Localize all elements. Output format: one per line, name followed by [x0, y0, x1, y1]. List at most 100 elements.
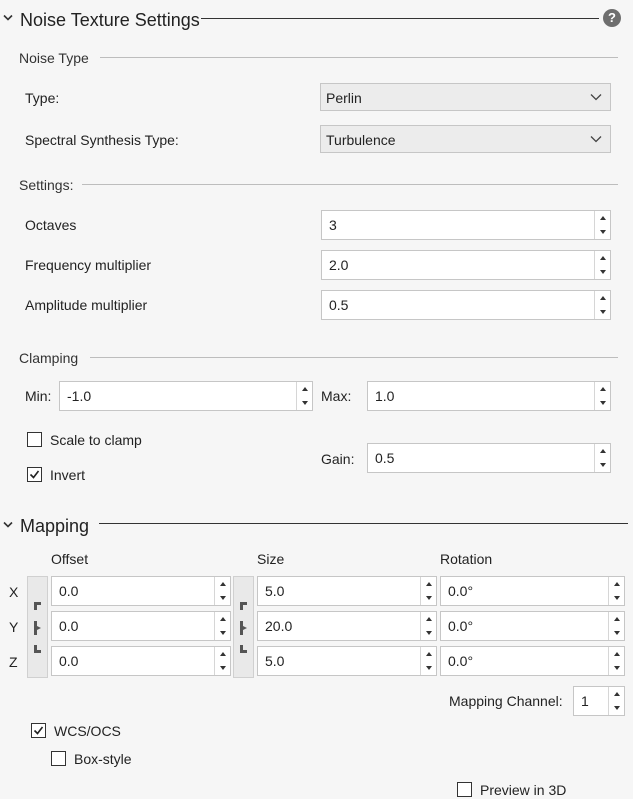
- spectral-synthesis-dropdown[interactable]: Turbulence: [320, 125, 611, 153]
- spin-down-button[interactable]: [215, 661, 230, 675]
- header-divider: [201, 18, 599, 19]
- section-title-mapping: Mapping: [20, 516, 90, 536]
- spin-down-button[interactable]: [215, 591, 230, 605]
- spin-down-button[interactable]: [421, 626, 436, 640]
- wcs-ocs-checkbox[interactable]: [31, 723, 46, 738]
- rotation-column-label: Rotation: [440, 551, 493, 567]
- chevron-down-icon: [590, 136, 602, 143]
- link-bracket-icon: [240, 602, 247, 653]
- spin-up-button[interactable]: [595, 251, 610, 265]
- rotation-y-input[interactable]: 0.0°: [440, 611, 625, 641]
- type-dropdown[interactable]: Perlin: [320, 83, 611, 111]
- amplitude-multiplier-value: 0.5: [329, 297, 349, 313]
- frequency-multiplier-input[interactable]: 2.0: [321, 250, 611, 280]
- size-y-input[interactable]: 20.0: [257, 611, 437, 641]
- size-z-input[interactable]: 5.0: [257, 646, 437, 676]
- min-label: Min:: [25, 388, 52, 404]
- spin-down-button[interactable]: [595, 305, 610, 319]
- type-dropdown-value: Perlin: [326, 90, 362, 106]
- offset-lock-bracket[interactable]: [27, 576, 48, 678]
- offset-z-input[interactable]: 0.0: [51, 646, 231, 676]
- spin-down-button[interactable]: [595, 225, 610, 239]
- max-value: 1.0: [375, 388, 395, 404]
- box-style-label: Box-style: [74, 751, 132, 767]
- spin-down-button[interactable]: [609, 701, 624, 715]
- octaves-label: Octaves: [25, 217, 77, 233]
- spin-up-button[interactable]: [595, 291, 610, 305]
- axis-label-y: Y: [9, 619, 19, 635]
- min-input[interactable]: -1.0: [59, 381, 313, 411]
- mapping-channel-input[interactable]: 1: [573, 686, 625, 716]
- spin-up-button[interactable]: [421, 647, 436, 661]
- spin-down-button[interactable]: [595, 396, 610, 410]
- spin-up-button[interactable]: [421, 612, 436, 626]
- rotation-x-value: 0.0°: [448, 583, 474, 599]
- size-z-value: 5.0: [265, 653, 285, 669]
- spin-up-button[interactable]: [609, 647, 624, 661]
- spin-down-button[interactable]: [609, 591, 624, 605]
- spin-down-button[interactable]: [609, 661, 624, 675]
- spin-down-button[interactable]: [595, 265, 610, 279]
- group-title-settings: Settings:: [19, 177, 74, 193]
- spin-down-button[interactable]: [421, 591, 436, 605]
- group-divider: [82, 184, 618, 185]
- offset-x-input[interactable]: 0.0: [51, 576, 231, 606]
- axis-label-x: X: [9, 584, 19, 600]
- size-x-value: 5.0: [265, 583, 285, 599]
- box-style-checkbox[interactable]: [51, 751, 66, 766]
- amplitude-multiplier-label: Amplitude multiplier: [25, 297, 148, 313]
- spin-up-button[interactable]: [609, 687, 624, 701]
- amplitude-multiplier-input[interactable]: 0.5: [321, 290, 611, 320]
- octaves-input[interactable]: 3: [321, 210, 611, 240]
- max-input[interactable]: 1.0: [367, 381, 611, 411]
- scale-to-clamp-checkbox[interactable]: [27, 432, 42, 447]
- scale-to-clamp-label: Scale to clamp: [50, 432, 142, 448]
- help-icon[interactable]: ?: [603, 9, 621, 27]
- size-lock-bracket[interactable]: [233, 576, 254, 678]
- rotation-z-input[interactable]: 0.0°: [440, 646, 625, 676]
- group-divider: [90, 357, 618, 358]
- invert-checkbox[interactable]: [27, 467, 42, 482]
- spin-up-button[interactable]: [595, 211, 610, 225]
- spin-down-button[interactable]: [609, 626, 624, 640]
- rotation-y-value: 0.0°: [448, 618, 474, 634]
- preview-in-3d-checkbox[interactable]: [457, 782, 472, 797]
- spin-down-button[interactable]: [297, 396, 312, 410]
- mapping-channel-label: Mapping Channel:: [449, 693, 563, 709]
- spin-up-button[interactable]: [609, 577, 624, 591]
- rotation-x-input[interactable]: 0.0°: [440, 576, 625, 606]
- size-y-value: 20.0: [265, 618, 293, 634]
- preview-in-3d-label: Preview in 3D: [480, 782, 567, 798]
- offset-y-input[interactable]: 0.0: [51, 611, 231, 641]
- spin-down-button[interactable]: [215, 626, 230, 640]
- spin-up-button[interactable]: [595, 444, 610, 458]
- spin-up-button[interactable]: [609, 612, 624, 626]
- group-divider: [100, 57, 618, 58]
- link-bracket-icon: [34, 602, 41, 653]
- octaves-value: 3: [329, 217, 337, 233]
- group-title-noise-type: Noise Type: [19, 50, 89, 66]
- frequency-multiplier-label: Frequency multiplier: [25, 257, 152, 273]
- spin-down-button[interactable]: [595, 458, 610, 472]
- spin-up-button[interactable]: [215, 647, 230, 661]
- spin-up-button[interactable]: [215, 577, 230, 591]
- spin-up-button[interactable]: [215, 612, 230, 626]
- frequency-multiplier-value: 2.0: [329, 257, 349, 273]
- type-label: Type:: [25, 90, 60, 106]
- offset-z-value: 0.0: [59, 653, 79, 669]
- spin-up-button[interactable]: [421, 577, 436, 591]
- size-x-input[interactable]: 5.0: [257, 576, 437, 606]
- axis-label-z: Z: [9, 654, 18, 670]
- rotation-z-value: 0.0°: [448, 653, 474, 669]
- gain-value: 0.5: [375, 450, 395, 466]
- gain-input[interactable]: 0.5: [367, 443, 611, 473]
- spin-up-button[interactable]: [297, 382, 312, 396]
- wcs-ocs-label: WCS/OCS: [54, 723, 121, 739]
- offset-y-value: 0.0: [59, 618, 79, 634]
- invert-label: Invert: [50, 467, 86, 483]
- collapse-chevron-icon[interactable]: [3, 521, 13, 529]
- collapse-chevron-icon[interactable]: [3, 14, 13, 22]
- spin-up-button[interactable]: [595, 382, 610, 396]
- spin-down-button[interactable]: [421, 661, 436, 675]
- offset-x-value: 0.0: [59, 583, 79, 599]
